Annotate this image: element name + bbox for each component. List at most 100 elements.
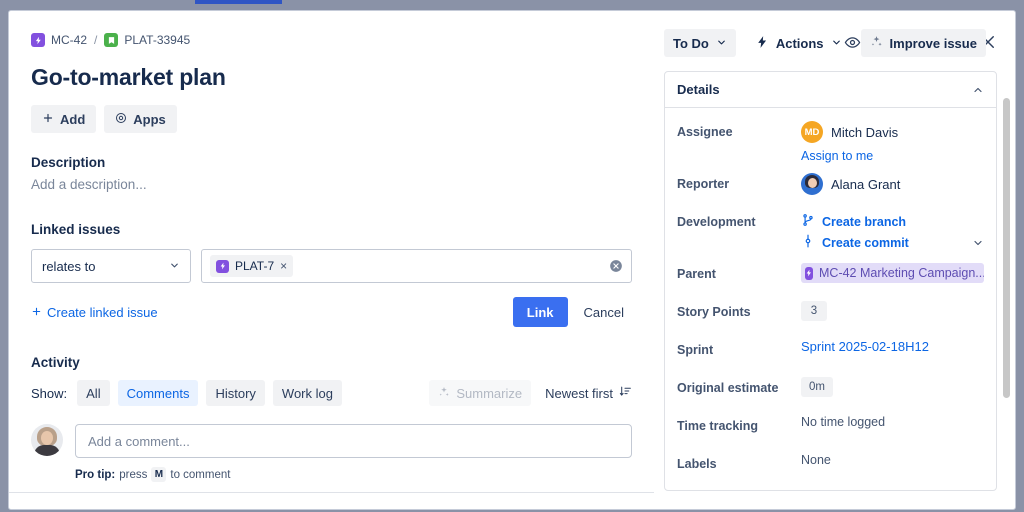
chevron-down-icon — [169, 259, 180, 274]
field-sprint: Sprint Sprint 2025-02-18H12 — [677, 334, 984, 372]
commit-icon — [801, 234, 815, 251]
actions-button-label: Actions — [776, 36, 824, 51]
activity-heading: Activity — [31, 355, 632, 370]
apps-icon — [115, 112, 127, 127]
tab-work-log[interactable]: Work log — [273, 380, 342, 406]
breadcrumb-parent[interactable]: MC-42 — [31, 33, 87, 47]
details-panel: Details Assignee MD Mitch Davis Assign t… — [664, 71, 997, 491]
issue-detail-dialog: 1 — [8, 10, 1016, 510]
plus-icon — [42, 112, 54, 127]
tab-comments[interactable]: Comments — [118, 380, 199, 406]
field-assignee: Assignee MD Mitch Davis Assign to me — [677, 116, 984, 168]
field-value-reporter: Alana Grant — [801, 173, 984, 195]
assignee-user[interactable]: MD Mitch Davis — [801, 121, 984, 143]
field-value-time-tracking[interactable]: No time logged — [801, 415, 984, 429]
field-label-assignee: Assignee — [677, 121, 801, 140]
link-type-value: relates to — [42, 259, 95, 274]
field-label-development: Development — [677, 211, 801, 230]
plus-icon — [31, 305, 42, 320]
field-time-tracking: Time tracking No time logged — [677, 410, 984, 448]
parent-label: MC-42 Marketing Campaign... — [819, 266, 984, 280]
details-panel-body: Assignee MD Mitch Davis Assign to me Rep… — [665, 108, 996, 490]
assignee-name: Mitch Davis — [831, 125, 898, 140]
field-label-original-estimate: Original estimate — [677, 377, 801, 396]
field-original-estimate: Original estimate 0m — [677, 372, 984, 410]
field-label-reporter: Reporter — [677, 173, 801, 192]
original-estimate-badge[interactable]: 0m — [801, 377, 833, 397]
field-value-labels[interactable]: None — [801, 453, 984, 467]
field-value-development: Create branch Create commit — [801, 211, 984, 253]
create-branch-label: Create branch — [822, 215, 906, 229]
issue-main-content: MC-42 / PLAT-33945 Go-to-market plan Add — [9, 11, 654, 493]
avatar-face — [41, 431, 53, 445]
pro-tip: Pro tip: press M to comment — [75, 467, 632, 482]
create-linked-issue-label: Create linked issue — [47, 305, 158, 320]
linked-issue-editor: relates to PLAT-7 × — [31, 249, 632, 283]
linked-issue-chip[interactable]: PLAT-7 × — [210, 255, 293, 277]
link-issue-input[interactable]: PLAT-7 × — [201, 249, 632, 283]
page-title[interactable]: Go-to-market plan — [31, 63, 632, 91]
field-label-sprint: Sprint — [677, 339, 801, 358]
sidebar-action-row: To Do Actions Improve issue — [664, 29, 997, 57]
sort-order-label: Newest first — [545, 386, 613, 401]
chevron-down-icon[interactable] — [972, 237, 984, 249]
status-button[interactable]: To Do — [664, 29, 736, 57]
tab-all[interactable]: All — [77, 380, 109, 406]
scrollbar-thumb[interactable] — [1003, 98, 1010, 398]
create-commit-link[interactable]: Create commit — [801, 232, 984, 253]
story-points-badge[interactable]: 3 — [801, 301, 827, 321]
apps-button-label: Apps — [133, 112, 166, 127]
remove-chip-icon[interactable]: × — [280, 260, 287, 272]
activity-show-label: Show: — [31, 386, 67, 401]
avatar — [801, 173, 823, 195]
description-placeholder[interactable]: Add a description... — [31, 177, 632, 192]
avatar: MD — [801, 121, 823, 143]
assign-to-me-link[interactable]: Assign to me — [801, 149, 873, 163]
add-button-label: Add — [60, 112, 85, 127]
details-panel-title: Details — [677, 82, 720, 97]
link-confirm-buttons: Link Cancel — [513, 297, 632, 327]
pro-tip-suffix: to comment — [170, 469, 230, 481]
breadcrumb-issue[interactable]: PLAT-33945 — [104, 33, 190, 47]
avatar — [31, 424, 63, 456]
create-linked-issue-link[interactable]: Create linked issue — [31, 305, 158, 320]
summarize-button: Summarize — [429, 380, 531, 406]
issue-sidebar: To Do Actions Improve issue — [654, 11, 1016, 510]
parent-link[interactable]: MC-42 Marketing Campaign... — [801, 263, 984, 283]
browser-tab-indicator — [195, 0, 282, 4]
tab-history[interactable]: History — [206, 380, 264, 406]
sort-order-control[interactable]: Newest first — [545, 385, 632, 401]
activity-right-controls: Summarize Newest first — [429, 380, 632, 406]
reporter-user[interactable]: Alana Grant — [801, 173, 984, 195]
field-value-sprint: Sprint 2025-02-18H12 — [801, 339, 984, 354]
add-button[interactable]: Add — [31, 105, 96, 133]
field-label-time-tracking: Time tracking — [677, 415, 801, 434]
issue-action-row: Add Apps — [31, 105, 632, 133]
breadcrumb-issue-label: PLAT-33945 — [124, 33, 190, 47]
sprint-link[interactable]: Sprint 2025-02-18H12 — [801, 339, 929, 354]
create-branch-link[interactable]: Create branch — [801, 211, 984, 232]
field-value-original-estimate: 0m — [801, 377, 984, 397]
field-development: Development Create branch — [677, 206, 984, 258]
chevron-down-icon — [716, 36, 727, 51]
clear-field-icon[interactable] — [609, 259, 623, 273]
link-button[interactable]: Link — [513, 297, 568, 327]
avatar-body — [34, 445, 60, 456]
field-value-parent: MC-42 Marketing Campaign... — [801, 263, 984, 283]
cancel-button[interactable]: Cancel — [576, 297, 632, 327]
field-value-story-points: 3 — [801, 301, 984, 321]
details-panel-header[interactable]: Details — [665, 72, 996, 108]
actions-button[interactable]: Actions — [746, 29, 851, 57]
chevron-up-icon[interactable] — [972, 84, 984, 96]
reporter-name: Alana Grant — [831, 177, 900, 192]
comment-input[interactable]: Add a comment... — [75, 424, 632, 458]
scrollbar-track[interactable] — [1003, 13, 1013, 509]
apps-button[interactable]: Apps — [104, 105, 177, 133]
pro-tip-prefix: Pro tip: — [75, 469, 115, 481]
field-label-parent: Parent — [677, 263, 801, 282]
field-reporter: Reporter Alana Grant — [677, 168, 984, 206]
story-icon — [104, 33, 118, 47]
improve-issue-button[interactable]: Improve issue — [861, 29, 986, 57]
status-button-label: To Do — [673, 36, 709, 51]
link-type-select[interactable]: relates to — [31, 249, 191, 283]
